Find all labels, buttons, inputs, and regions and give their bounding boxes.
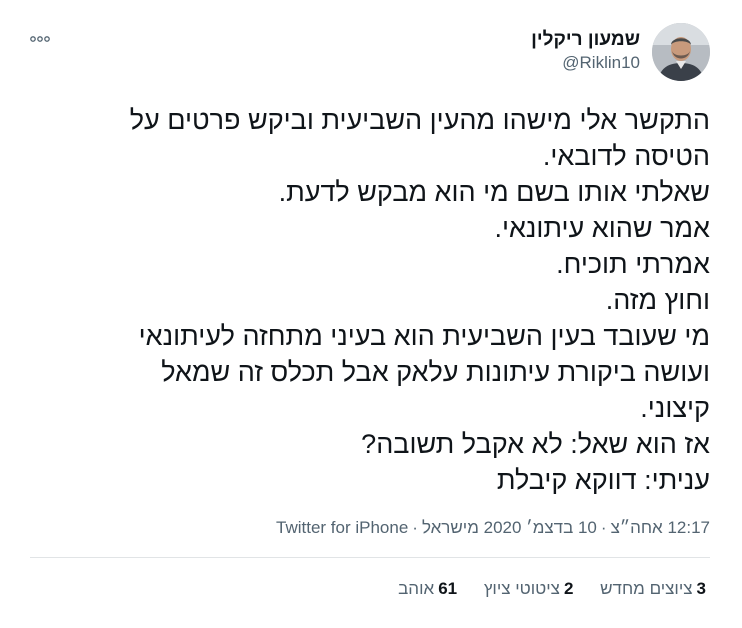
tweet-line: מי שעובד בעין השביעית הוא בעיני מתחזה לע… [138, 321, 710, 351]
tweet-line: אמר שהוא עיתונאי. [494, 213, 710, 243]
author-info: שמעון ריקלין @Riklin10 [531, 28, 640, 74]
tweet-meta: 12:17 אחה״צ·10 בדצמ׳ 2020 מישראל·Twitter… [276, 516, 710, 540]
tweet-stats: 3ציוצים מחדש 2ציטוטי ציוץ 61אוהב [398, 576, 706, 602]
author-handle[interactable]: @Riklin10 [531, 52, 640, 74]
tweet-card: שמעון ריקלין @Riklin10 התקשר אלי מישהו מ… [0, 0, 742, 628]
more-options-button[interactable] [29, 31, 51, 47]
author-display-name[interactable]: שמעון ריקלין [531, 28, 640, 52]
likes-label: אוהב [398, 579, 435, 598]
tweet-line: קיצוני. [640, 393, 710, 423]
tweet-source[interactable]: Twitter for iPhone [276, 518, 408, 537]
avatar[interactable] [652, 23, 710, 81]
tweet-line: הטיסה לדובאי. [542, 141, 710, 171]
meta-separator: · [412, 518, 418, 537]
user-photo-icon [652, 23, 710, 81]
tweet-line: וחוץ מזה. [605, 285, 710, 315]
retweets-label: ציוצים מחדש [600, 579, 693, 598]
tweet-line: עניתי: דווקא קיבלת [496, 465, 710, 495]
quotes-count: 2 [563, 579, 574, 598]
tweet-line: שאלתי אותו בשם מי הוא מבקש לדעת. [278, 177, 710, 207]
tweet-line: ועושה ביקורת עיתונות עלאק אבל תכלס זה שמ… [161, 357, 710, 387]
tweet-date[interactable]: 10 בדצמ׳ 2020 מישראל [422, 518, 597, 537]
tweet-text: התקשר אלי מישהו מהעין השביעית וביקש פרטי… [40, 102, 710, 498]
tweet-line: אז הוא שאל: לא אקבל תשובה? [361, 429, 710, 459]
tweet-line: אמרתי תוכיח. [556, 249, 710, 279]
quotes-stat[interactable]: 2ציטוטי ציוץ [484, 576, 574, 602]
retweets-stat[interactable]: 3ציוצים מחדש [600, 576, 706, 602]
tweet-time[interactable]: 12:17 אחה״צ [611, 518, 710, 537]
likes-stat[interactable]: 61אוהב [398, 576, 457, 602]
divider [30, 557, 710, 558]
meta-separator: · [600, 518, 607, 537]
tweet-line: התקשר אלי מישהו מהעין השביעית וביקש פרטי… [129, 105, 710, 135]
quotes-label: ציטוטי ציוץ [483, 579, 560, 598]
more-dots-icon [30, 36, 50, 42]
retweets-count: 3 [696, 579, 706, 598]
likes-count: 61 [438, 579, 458, 598]
